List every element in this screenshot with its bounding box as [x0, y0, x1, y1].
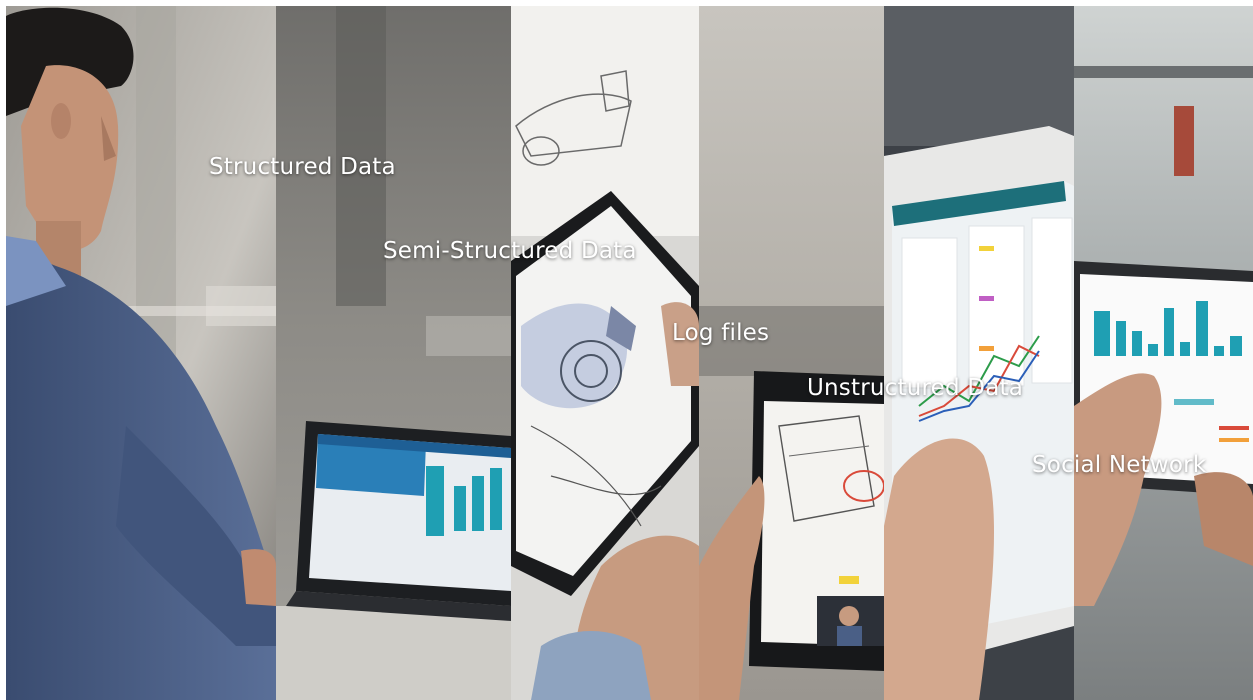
laptop-icon	[286, 421, 511, 621]
semi-structured-data-label: Semi-Structured Data	[383, 238, 637, 264]
collage-stage: Structured Data Semi-Structured Data Log…	[0, 0, 1253, 700]
social-network-label: Social Network	[1032, 452, 1207, 478]
panel-bar-chart-tablet	[1074, 6, 1253, 700]
panel-sketch-small-tablet	[699, 6, 884, 700]
panel-sketch-tablet	[511, 6, 699, 700]
unstructured-data-label: Unstructured Data	[807, 375, 1024, 401]
log-files-label: Log files	[672, 320, 770, 346]
photo-collage: Structured Data Semi-Structured Data Log…	[6, 6, 1253, 700]
small-tablet-photo	[699, 6, 884, 700]
panel-laptop	[276, 6, 511, 700]
structured-data-label: Structured Data	[209, 154, 396, 180]
bar-chart-photo	[1074, 6, 1253, 700]
panel-man-with-laptop	[6, 6, 276, 700]
laptop-photo	[276, 6, 511, 700]
panel-dashboard-tablet	[884, 6, 1074, 700]
sketch-photo	[511, 6, 699, 700]
man-photo	[6, 6, 276, 700]
dashboard-photo	[884, 6, 1074, 700]
